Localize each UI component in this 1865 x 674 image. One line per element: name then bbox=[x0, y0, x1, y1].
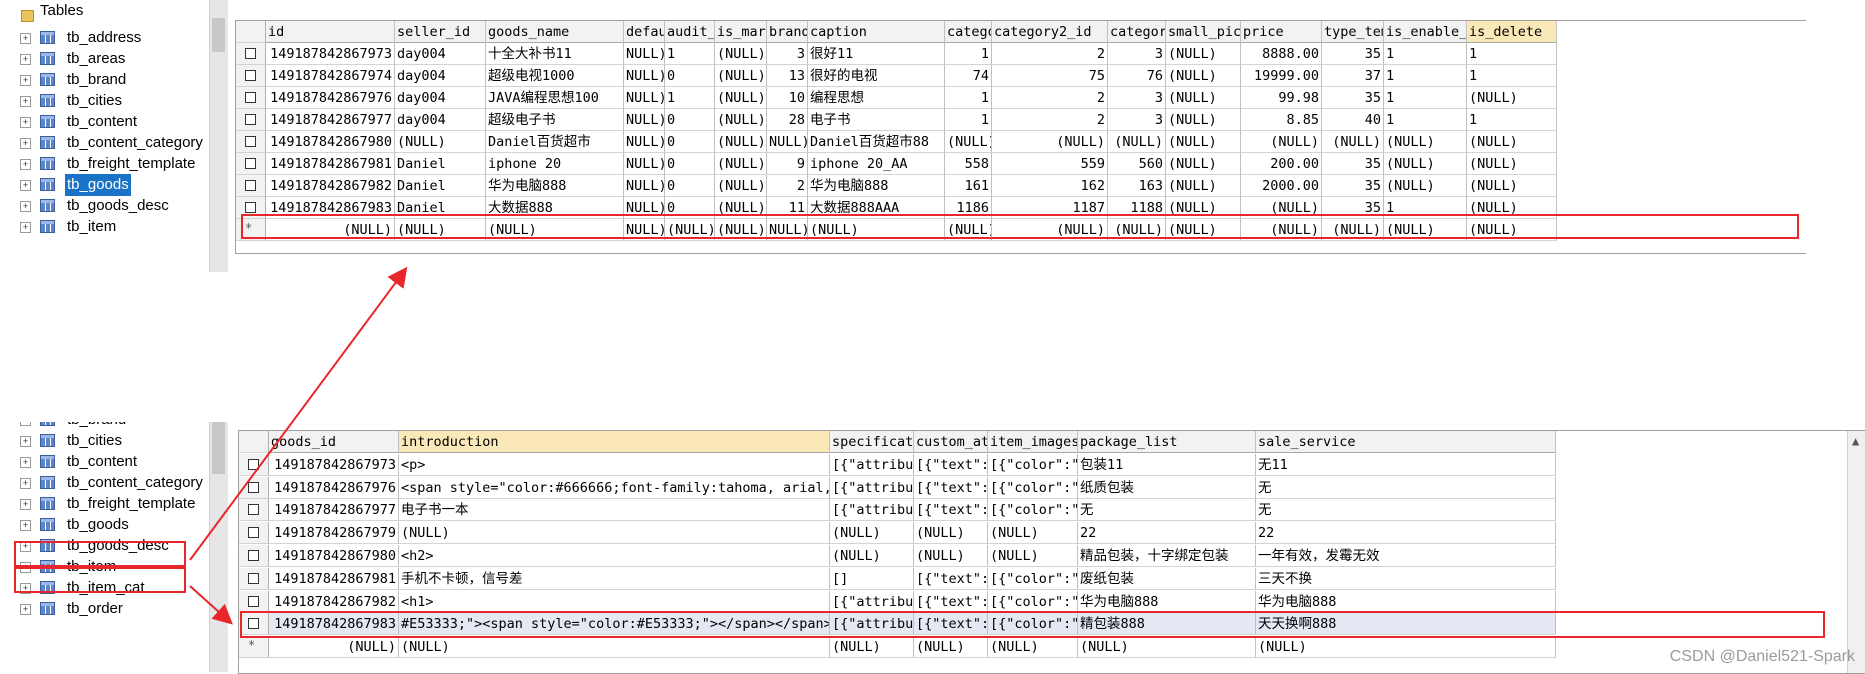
annotation-arrows bbox=[189, 266, 408, 625]
watermark: CSDN @Daniel521-Spark bbox=[1669, 648, 1855, 665]
arrow-to-top-grid bbox=[189, 266, 408, 561]
arrow-to-bottom-grid bbox=[189, 585, 233, 625]
